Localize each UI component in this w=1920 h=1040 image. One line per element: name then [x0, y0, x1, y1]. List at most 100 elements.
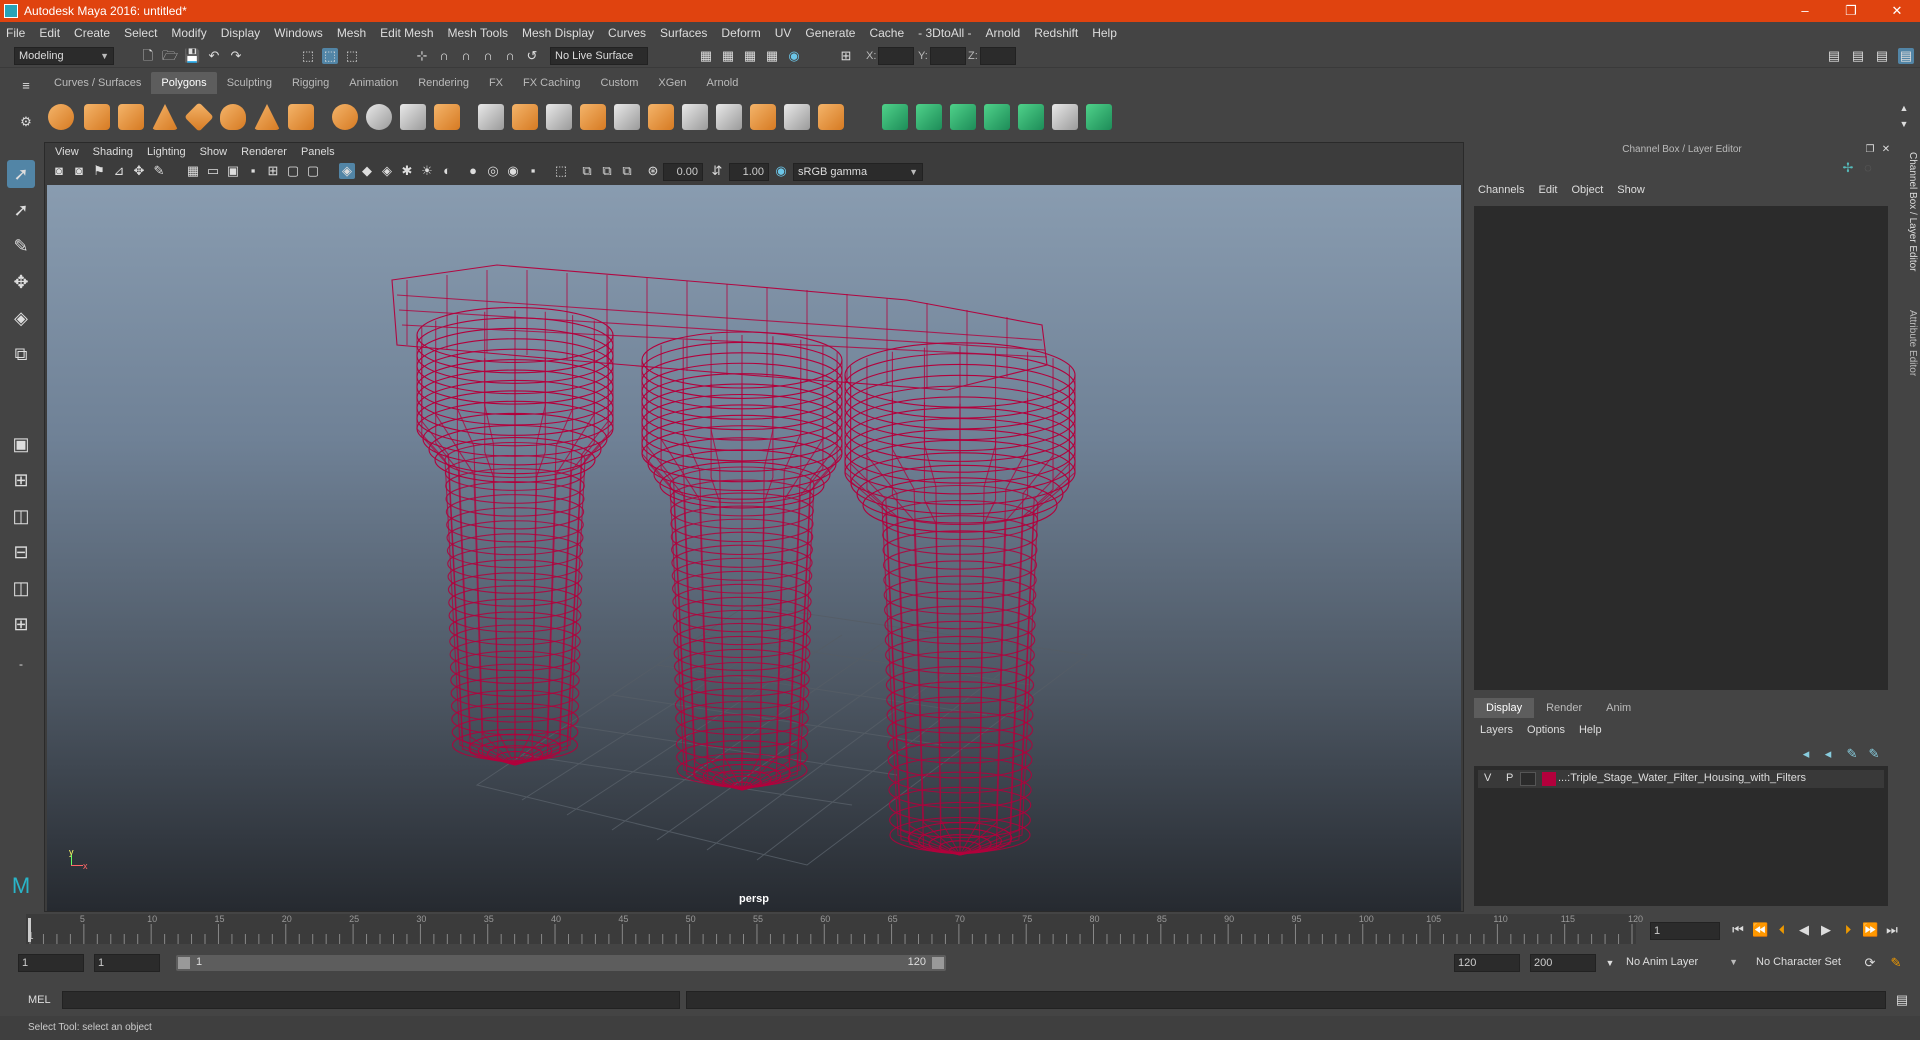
play-backwards-icon[interactable]: ◀: [1796, 922, 1812, 938]
scale-tool-icon[interactable]: ⧉: [7, 340, 35, 368]
tab-display-layers[interactable]: Display: [1474, 698, 1535, 718]
bookmark-icon[interactable]: ⚑: [91, 163, 107, 179]
poly-plane-icon[interactable]: [184, 102, 214, 132]
poly-pipe-icon[interactable]: [288, 104, 314, 130]
rotate-tool-icon[interactable]: ◈: [7, 304, 35, 332]
2d-pan-zoom-icon[interactable]: ✥: [131, 163, 147, 179]
menu-generate[interactable]: Generate: [805, 26, 855, 40]
textured-icon[interactable]: ✱: [399, 163, 415, 179]
snap-pivot-icon[interactable]: ↺: [524, 48, 540, 64]
menu-edit-mesh[interactable]: Edit Mesh: [380, 26, 433, 40]
menu-help[interactable]: Help: [1092, 26, 1117, 40]
side-tab-attribute-editor[interactable]: Attribute Editor: [1900, 310, 1918, 376]
animation-start-field[interactable]: 1: [18, 954, 84, 972]
select-component-icon[interactable]: ⬚: [344, 48, 360, 64]
film-gate-icon[interactable]: ▭: [205, 163, 221, 179]
isolate-select-icon[interactable]: ⬚: [553, 163, 569, 179]
close-button[interactable]: ✕: [1874, 0, 1920, 22]
wireframe-icon[interactable]: ◈: [339, 163, 355, 179]
boolean-icon[interactable]: [434, 104, 460, 130]
menu-3dtoall[interactable]: - 3DtoAll -: [918, 26, 971, 40]
range-end-handle[interactable]: [932, 957, 944, 969]
snap-point-icon[interactable]: ∩: [458, 48, 474, 64]
snap-curve-icon[interactable]: ∩: [436, 48, 452, 64]
tab-xgen[interactable]: XGen: [648, 72, 696, 94]
channel-box-toggle-icon[interactable]: ▤: [1874, 48, 1890, 64]
tab-fx-caching[interactable]: FX Caching: [513, 72, 590, 94]
snap-view-icon[interactable]: ∩: [480, 48, 496, 64]
script-editor-icon[interactable]: ▤: [1894, 992, 1910, 1008]
anti-aliasing-icon[interactable]: ◉: [505, 163, 521, 179]
range-start-handle[interactable]: [178, 957, 190, 969]
view-transform-dropdown[interactable]: sRGB gamma ▼: [793, 163, 923, 181]
le-menu-options[interactable]: Options: [1527, 724, 1565, 736]
tab-curves-surfaces[interactable]: Curves / Surfaces: [44, 72, 151, 94]
playback-start-field[interactable]: 1: [94, 954, 160, 972]
menu-uv[interactable]: UV: [775, 26, 792, 40]
menu-deform[interactable]: Deform: [721, 26, 760, 40]
layer-visibility-toggle[interactable]: V: [1484, 772, 1491, 784]
paint-select-tool-icon[interactable]: ✎: [7, 232, 35, 260]
step-forward-key-icon[interactable]: ⏵: [1840, 922, 1856, 938]
save-scene-icon[interactable]: 💾: [184, 48, 200, 64]
tab-custom[interactable]: Custom: [591, 72, 649, 94]
command-input[interactable]: [62, 991, 680, 1009]
color-management-icon[interactable]: ◉: [773, 163, 789, 179]
play-forwards-icon[interactable]: ▶: [1818, 922, 1834, 938]
3dtoall-checker-icon[interactable]: [1052, 104, 1078, 130]
xray-icon[interactable]: ⧉: [579, 163, 595, 179]
attribute-editor-toggle-icon[interactable]: ▤: [1826, 48, 1842, 64]
move-tool-icon[interactable]: ✥: [7, 268, 35, 296]
panel-menu-renderer[interactable]: Renderer: [241, 146, 287, 158]
menu-cache[interactable]: Cache: [869, 26, 904, 40]
character-set-dropdown[interactable]: No Character Set: [1752, 954, 1874, 972]
gamma-icon[interactable]: ⇵: [709, 163, 725, 179]
shelf-scroll-up-icon[interactable]: ▲: [1896, 100, 1912, 116]
screen-space-ao-icon[interactable]: ●: [465, 163, 481, 179]
xray-joints-icon[interactable]: ⧉: [599, 163, 615, 179]
snap-surface-icon[interactable]: ∩: [502, 48, 518, 64]
smooth-icon[interactable]: [400, 104, 426, 130]
panel-menu-view[interactable]: View: [55, 146, 79, 158]
panel-menu-panels[interactable]: Panels: [301, 146, 335, 158]
shelf-settings-icon[interactable]: ⚙: [18, 114, 34, 130]
new-layer-selected-icon[interactable]: ✎: [1866, 746, 1882, 762]
smooth-shade-icon[interactable]: ◆: [359, 163, 375, 179]
tab-animation[interactable]: Animation: [339, 72, 408, 94]
menu-mesh[interactable]: Mesh: [337, 26, 366, 40]
lasso-tool-icon[interactable]: ➚: [7, 196, 35, 224]
new-empty-layer-icon[interactable]: ✎: [1844, 746, 1860, 762]
animation-preferences-icon[interactable]: ✎: [1888, 955, 1904, 971]
gamma-field[interactable]: 1.00: [729, 163, 769, 181]
shelf-scroll-down-icon[interactable]: ▼: [1896, 116, 1912, 132]
range-bar[interactable]: 1 120: [176, 955, 946, 971]
x-coord-field[interactable]: [878, 47, 914, 65]
channel-box-area[interactable]: [1474, 206, 1888, 690]
persp-graph-layout-icon[interactable]: ⊟: [7, 538, 35, 566]
layer-color-swatch[interactable]: [1542, 772, 1556, 786]
layer-name[interactable]: ...:Triple_Stage_Water_Filter_Housing_wi…: [1558, 772, 1806, 784]
poly-pyramid-icon[interactable]: [254, 104, 280, 130]
side-tab-channel-box[interactable]: Channel Box / Layer Editor: [1900, 152, 1918, 272]
hypershade-icon[interactable]: ◉: [786, 48, 802, 64]
render-view-icon[interactable]: ▦: [698, 48, 714, 64]
ipr-render-icon[interactable]: ▦: [742, 48, 758, 64]
animation-end-field[interactable]: 200: [1530, 954, 1596, 972]
3dtoall-import-icon[interactable]: [916, 104, 942, 130]
undo-icon[interactable]: ↶: [206, 48, 222, 64]
mode-dropdown[interactable]: Modeling ▼: [14, 47, 114, 65]
shadows-icon[interactable]: ◐: [439, 163, 455, 179]
four-view-layout-icon[interactable]: ⊞: [7, 466, 35, 494]
3d-viewport[interactable]: y x persp: [47, 185, 1461, 911]
tab-arnold[interactable]: Arnold: [697, 72, 749, 94]
panel-menu-shading[interactable]: Shading: [93, 146, 133, 158]
current-frame-field[interactable]: 1: [1650, 922, 1720, 940]
le-menu-layers[interactable]: Layers: [1480, 724, 1513, 736]
menu-arnold[interactable]: Arnold: [986, 26, 1021, 40]
3dtoall-uv-icon[interactable]: [1086, 104, 1112, 130]
step-forward-frame-icon[interactable]: ⏩: [1862, 922, 1878, 938]
live-surface-field[interactable]: No Live Surface: [550, 47, 648, 65]
bridge-icon[interactable]: [512, 104, 538, 130]
resolution-gate-icon[interactable]: ▣: [225, 163, 241, 179]
3dtoall-sync-icon[interactable]: [1018, 104, 1044, 130]
